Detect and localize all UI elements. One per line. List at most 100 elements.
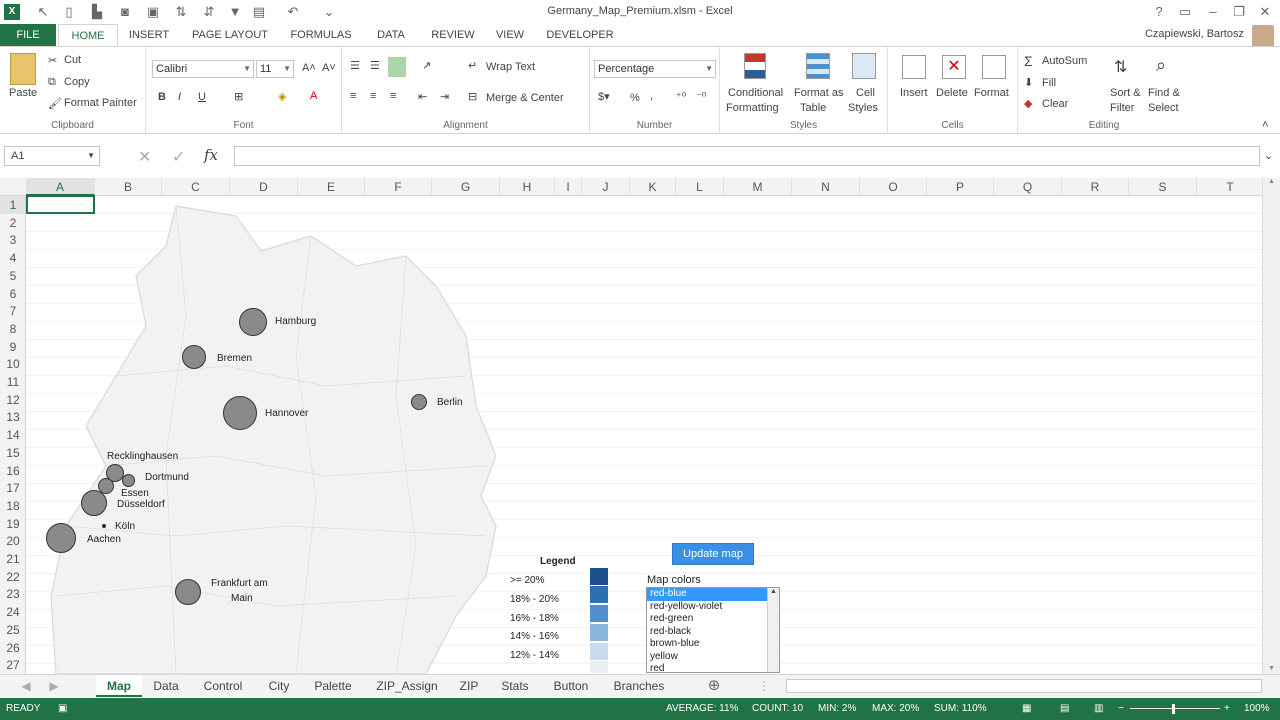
row-header-14[interactable]: 14 [0, 426, 25, 444]
list-item[interactable]: yellow [647, 651, 767, 664]
format-painter-icon[interactable]: 🖌 [48, 97, 62, 110]
merge-icon[interactable]: ⊟ [468, 90, 477, 103]
row-header-5[interactable]: 5 [0, 267, 25, 285]
cell-styles-icon[interactable] [852, 53, 876, 79]
wrap-text-button[interactable]: Wrap Text [486, 61, 535, 73]
borders-icon[interactable]: ⊞ [234, 90, 243, 103]
autosum-button[interactable]: AutoSum [1042, 55, 1087, 67]
bold-button[interactable]: B [158, 91, 166, 103]
accounting-icon[interactable]: $▾ [598, 90, 610, 103]
sheet-tab-zip-assign[interactable]: ZIP_Assign [370, 675, 444, 697]
column-header-k[interactable]: K [630, 178, 676, 196]
sheet-tab-palette[interactable]: Palette [308, 675, 358, 697]
column-header-l[interactable]: L [676, 178, 724, 196]
name-box[interactable]: A1 ▼ [4, 146, 100, 166]
page-layout-view-icon[interactable]: ▤ [1060, 703, 1069, 714]
clear-icon[interactable]: ◆ [1024, 97, 1032, 110]
column-header-f[interactable]: F [365, 178, 432, 196]
copy-button[interactable]: Copy [64, 76, 90, 88]
conditional-formatting-label2[interactable]: Formatting [726, 102, 779, 114]
minimize-icon[interactable]: – [1202, 2, 1224, 22]
row-header-16[interactable]: 16 [0, 462, 25, 480]
align-right-icon[interactable]: ≡ [390, 90, 396, 102]
cut-button[interactable]: Cut [64, 54, 81, 66]
wrap-text-icon[interactable]: ↵ [468, 59, 477, 72]
sort-filter-icon[interactable]: ⇅ [1114, 57, 1127, 77]
decrease-font-icon[interactable]: A˅ [322, 62, 336, 74]
sheet-tab-branches[interactable]: Branches [606, 675, 672, 697]
worksheet-grid[interactable]: Hamburg Bremen Hannover Berlin Recklingh… [26, 196, 1262, 674]
format-as-table-label2[interactable]: Table [800, 102, 826, 114]
sort-filter-label2[interactable]: Filter [1110, 102, 1134, 114]
help-icon[interactable]: ? [1148, 2, 1170, 22]
cancel-icon[interactable]: ✕ [138, 147, 151, 167]
listbox-scrollbar[interactable]: ▲ [767, 588, 779, 672]
insert-cells-icon[interactable] [902, 55, 926, 79]
column-header-i[interactable]: I [555, 178, 582, 196]
row-header-15[interactable]: 15 [0, 444, 25, 462]
row-header-13[interactable]: 13 [0, 408, 25, 426]
format-cells-icon[interactable] [982, 55, 1006, 79]
tab-data[interactable]: DATA [368, 24, 414, 46]
fill-button[interactable]: Fill [1042, 77, 1056, 89]
column-header-r[interactable]: R [1062, 178, 1129, 196]
column-header-d[interactable]: D [230, 178, 298, 196]
comma-icon[interactable]: , [650, 90, 653, 102]
align-bottom-icon[interactable] [388, 57, 406, 77]
fill-icon[interactable]: ⬇ [1024, 76, 1033, 89]
cell-styles-label1[interactable]: Cell [856, 87, 875, 99]
row-header-8[interactable]: 8 [0, 320, 25, 338]
add-sheet-icon[interactable]: ⊕ [704, 675, 724, 697]
insert-function-button[interactable]: fx [204, 146, 218, 164]
scroll-down-icon[interactable]: ▼ [1263, 665, 1280, 672]
close-icon[interactable]: ✕ [1254, 2, 1276, 22]
zoom-in-icon[interactable]: + [1224, 703, 1230, 714]
tab-formulas[interactable]: FORMULAS [286, 24, 356, 46]
ribbon-display-icon[interactable]: ▭ [1174, 2, 1196, 22]
row-header-10[interactable]: 10 [0, 355, 25, 373]
row-header-26[interactable]: 26 [0, 639, 25, 657]
delete-cells-icon[interactable]: ✕ [942, 55, 966, 79]
sheet-tab-button[interactable]: Button [546, 675, 596, 697]
row-header-24[interactable]: 24 [0, 603, 25, 621]
row-header-4[interactable]: 4 [0, 249, 25, 267]
tab-page-layout[interactable]: PAGE LAYOUT [186, 24, 274, 46]
column-header-n[interactable]: N [792, 178, 860, 196]
merge-center-button[interactable]: Merge & Center [486, 92, 564, 104]
row-header-12[interactable]: 12 [0, 391, 25, 409]
column-header-c[interactable]: C [162, 178, 230, 196]
row-header-27[interactable]: 27 [0, 656, 25, 674]
align-center-icon[interactable]: ≡ [370, 90, 376, 102]
find-select-label1[interactable]: Find & [1148, 87, 1180, 99]
scroll-up-icon[interactable]: ▲ [768, 588, 779, 595]
insert-button[interactable]: Insert [900, 87, 928, 99]
next-sheet-icon[interactable]: ▶ [46, 675, 62, 697]
tab-home[interactable]: HOME [58, 24, 118, 46]
delete-button[interactable]: Delete [936, 87, 968, 99]
row-header-19[interactable]: 19 [0, 515, 25, 533]
zoom-slider[interactable] [1130, 708, 1220, 709]
sheet-tab-stats[interactable]: Stats [494, 675, 536, 697]
sheet-tab-city[interactable]: City [260, 675, 298, 697]
tab-file[interactable]: FILE [0, 24, 56, 46]
tab-view[interactable]: VIEW [490, 24, 530, 46]
format-as-table-icon[interactable] [806, 53, 830, 79]
decrease-indent-icon[interactable]: ⇤ [418, 90, 427, 103]
sheet-tab-control[interactable]: Control [196, 675, 250, 697]
conditional-formatting-icon[interactable] [744, 53, 766, 79]
row-header-11[interactable]: 11 [0, 373, 25, 391]
column-header-e[interactable]: E [298, 178, 365, 196]
more-options-icon[interactable]: ⋮ [758, 675, 770, 697]
scroll-up-icon[interactable]: ▲ [1263, 178, 1280, 185]
list-item[interactable]: red-green [647, 613, 767, 626]
paste-button[interactable]: Paste [9, 87, 37, 99]
zoom-out-icon[interactable]: − [1118, 703, 1124, 714]
row-header-9[interactable]: 9 [0, 338, 25, 356]
autosum-icon[interactable]: Σ [1024, 53, 1033, 69]
macro-record-icon[interactable]: ▣ [58, 703, 67, 714]
cut-icon[interactable]: ✂ [48, 54, 57, 67]
list-item[interactable]: red-blue [647, 588, 767, 601]
tab-developer[interactable]: DEVELOPER [542, 24, 618, 46]
cell-styles-label2[interactable]: Styles [848, 102, 878, 114]
align-top-icon[interactable]: ☰ [350, 59, 360, 72]
